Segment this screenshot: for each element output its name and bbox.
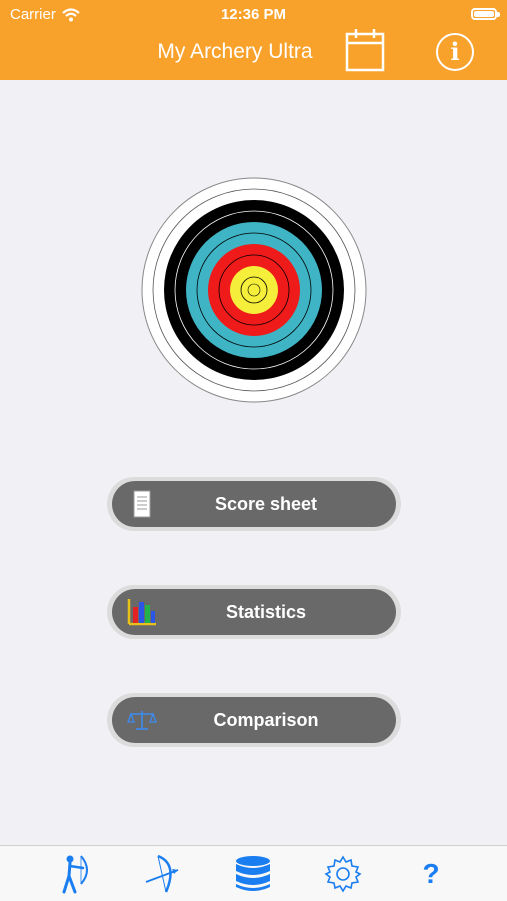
- help-icon: ?: [422, 858, 440, 889]
- archer-icon: [62, 855, 88, 894]
- tab-archer[interactable]: [55, 854, 95, 894]
- tab-settings[interactable]: [323, 854, 363, 894]
- calendar-icon[interactable]: [345, 28, 385, 72]
- statistics-label: Statistics: [225, 601, 307, 622]
- bow-icon: [145, 854, 179, 893]
- comparison-button[interactable]: Comparison: [107, 693, 401, 747]
- battery-icon: [471, 8, 500, 20]
- tab-database[interactable]: [233, 854, 273, 894]
- tab-bow[interactable]: [142, 854, 182, 894]
- gear-icon: [324, 855, 362, 893]
- status-bar: Carrier 12:36 PM: [0, 0, 507, 28]
- archery-target: [141, 177, 367, 403]
- statistics-button[interactable]: Statistics: [107, 585, 401, 639]
- status-time: 12:36 PM: [220, 6, 287, 23]
- info-icon[interactable]: i: [436, 33, 474, 71]
- header-bar: Carrier 12:36 PM My Archery Ultra i: [0, 0, 507, 80]
- comparison-label: Comparison: [213, 709, 319, 730]
- page-title: My Archery Ultra: [157, 40, 313, 63]
- score-sheet-label: Score sheet: [214, 493, 318, 514]
- score-sheet-button[interactable]: Score sheet: [107, 477, 401, 531]
- database-icon: [236, 856, 270, 891]
- tab-bar: ?: [0, 845, 507, 901]
- tab-help[interactable]: ?: [411, 854, 451, 894]
